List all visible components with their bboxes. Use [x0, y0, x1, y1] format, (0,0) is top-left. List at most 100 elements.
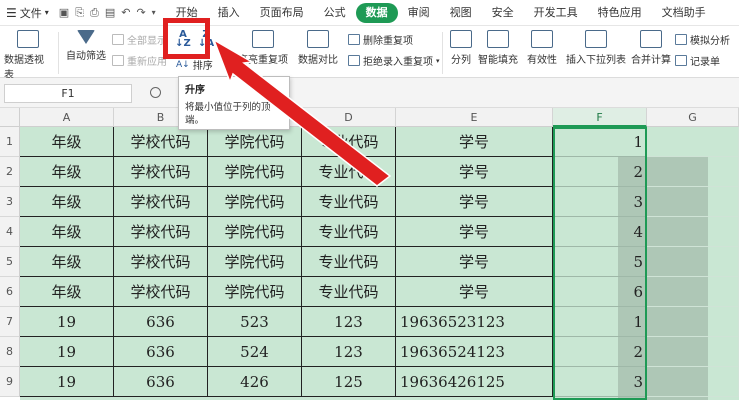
- cell-d7[interactable]: 123: [302, 307, 396, 337]
- cell-f1[interactable]: 1: [553, 127, 647, 157]
- cell-g1[interactable]: [647, 127, 739, 157]
- tab-8[interactable]: 开发工具: [524, 3, 588, 23]
- cell-a7[interactable]: 19: [20, 307, 114, 337]
- undo-icon[interactable]: ↶: [121, 6, 130, 19]
- cell-d4[interactable]: 专业代码: [302, 217, 396, 247]
- cell-d5[interactable]: 专业代码: [302, 247, 396, 277]
- cell-a4[interactable]: 年级: [20, 217, 114, 247]
- reject-duplicates-button[interactable]: 拒绝录入重复项 ▾: [348, 53, 440, 68]
- cell-e7[interactable]: 19636523123: [396, 307, 553, 337]
- delete-duplicates-button[interactable]: 删除重复项: [348, 32, 413, 47]
- cell-e6[interactable]: 学号: [396, 277, 553, 307]
- cell-e1[interactable]: 学号: [396, 127, 553, 157]
- column-header-g[interactable]: G: [647, 108, 739, 127]
- tab-4[interactable]: 数据: [355, 2, 398, 23]
- tab-2[interactable]: 页面布局: [250, 3, 314, 23]
- row-header[interactable]: 4: [0, 217, 20, 247]
- smart-fill-button[interactable]: 智能填充: [478, 30, 518, 66]
- insert-dropdown-button[interactable]: 插入下拉列表: [566, 30, 626, 66]
- cell-e9[interactable]: 19636426125: [396, 367, 553, 397]
- cell-c6[interactable]: 学院代码: [208, 277, 302, 307]
- tab-6[interactable]: 视图: [440, 3, 482, 23]
- cell-g2[interactable]: [647, 157, 739, 187]
- tab-7[interactable]: 安全: [482, 3, 524, 23]
- row-header[interactable]: 6: [0, 277, 20, 307]
- cell-e3[interactable]: 学号: [396, 187, 553, 217]
- cell-a2[interactable]: 年级: [20, 157, 114, 187]
- cell-a1[interactable]: 年级: [20, 127, 114, 157]
- row-header[interactable]: 9: [0, 367, 20, 397]
- row-header[interactable]: 3: [0, 187, 20, 217]
- cell-d8[interactable]: 123: [302, 337, 396, 367]
- row-header[interactable]: 1: [0, 127, 20, 157]
- row-header[interactable]: 8: [0, 337, 20, 367]
- cell-g9[interactable]: [647, 367, 739, 397]
- cell-d6[interactable]: 专业代码: [302, 277, 396, 307]
- cell-c9[interactable]: 426: [208, 367, 302, 397]
- row-header[interactable]: 5: [0, 247, 20, 277]
- cell-c3[interactable]: 学院代码: [208, 187, 302, 217]
- cell-e4[interactable]: 学号: [396, 217, 553, 247]
- cell-b8[interactable]: 636: [114, 337, 208, 367]
- highlight-duplicates-button[interactable]: 高亮重复项: [238, 30, 288, 66]
- column-header-e[interactable]: E: [396, 108, 553, 127]
- name-box[interactable]: F1: [4, 84, 132, 103]
- split-column-button[interactable]: 分列: [446, 30, 476, 66]
- redo-icon[interactable]: ↷: [136, 6, 145, 19]
- cell-g4[interactable]: [647, 217, 739, 247]
- cell-d2[interactable]: 专业代码: [302, 157, 396, 187]
- consolidate-button[interactable]: 合并计算: [630, 30, 672, 66]
- cell-f6[interactable]: 6: [553, 277, 647, 307]
- open-icon[interactable]: ▣: [59, 6, 69, 19]
- cell-b4[interactable]: 学校代码: [114, 217, 208, 247]
- column-header-f[interactable]: F: [553, 108, 647, 127]
- cell-a3[interactable]: 年级: [20, 187, 114, 217]
- cell-e8[interactable]: 19636524123: [396, 337, 553, 367]
- cell-a5[interactable]: 年级: [20, 247, 114, 277]
- cell-b1[interactable]: 学校代码: [114, 127, 208, 157]
- cell-f9[interactable]: 3: [553, 367, 647, 397]
- cell-d9[interactable]: 125: [302, 367, 396, 397]
- cell-b7[interactable]: 636: [114, 307, 208, 337]
- cell-g5[interactable]: [647, 247, 739, 277]
- data-compare-button[interactable]: 数据对比: [294, 30, 342, 66]
- save-icon[interactable]: ⎘: [75, 6, 84, 20]
- cell-a6[interactable]: 年级: [20, 277, 114, 307]
- cell-g8[interactable]: [647, 337, 739, 367]
- cell-b6[interactable]: 学校代码: [114, 277, 208, 307]
- record-sheet-button[interactable]: 记录单: [675, 53, 720, 68]
- show-all-button[interactable]: 全部显示: [112, 32, 167, 47]
- cell-c1[interactable]: 学院代码: [208, 127, 302, 157]
- select-all-corner[interactable]: [0, 108, 20, 127]
- cell-d1[interactable]: 专业代码: [302, 127, 396, 157]
- cell-c2[interactable]: 学院代码: [208, 157, 302, 187]
- column-header-a[interactable]: A: [20, 108, 114, 127]
- cell-b5[interactable]: 学校代码: [114, 247, 208, 277]
- tab-1[interactable]: 插入: [208, 3, 250, 23]
- column-header-d[interactable]: D: [302, 108, 396, 127]
- cell-b2[interactable]: 学校代码: [114, 157, 208, 187]
- cell-b9[interactable]: 636: [114, 367, 208, 397]
- cell-b3[interactable]: 学校代码: [114, 187, 208, 217]
- row-header[interactable]: 7: [0, 307, 20, 337]
- cell-g7[interactable]: [647, 307, 739, 337]
- cell-f3[interactable]: 3: [553, 187, 647, 217]
- cell-f5[interactable]: 5: [553, 247, 647, 277]
- cell-a9[interactable]: 19: [20, 367, 114, 397]
- simulate-analysis-button[interactable]: 模拟分析: [675, 32, 730, 47]
- search-icon[interactable]: [150, 87, 161, 98]
- cell-c4[interactable]: 学院代码: [208, 217, 302, 247]
- sort-button[interactable]: A↓ 排序: [176, 57, 213, 73]
- reapply-button[interactable]: 重新应用: [112, 53, 167, 68]
- row-header[interactable]: 2: [0, 157, 20, 187]
- tab-3[interactable]: 公式: [314, 3, 356, 23]
- cell-d3[interactable]: 专业代码: [302, 187, 396, 217]
- cell-c5[interactable]: 学院代码: [208, 247, 302, 277]
- cell-c7[interactable]: 523: [208, 307, 302, 337]
- cell-a8[interactable]: 19: [20, 337, 114, 367]
- pivot-table-button[interactable]: 数据透视表: [4, 30, 52, 81]
- validity-button[interactable]: 有效性: [522, 30, 562, 66]
- cell-f8[interactable]: 2: [553, 337, 647, 367]
- cell-g6[interactable]: [647, 277, 739, 307]
- auto-filter-button[interactable]: 自动筛选: [64, 30, 108, 62]
